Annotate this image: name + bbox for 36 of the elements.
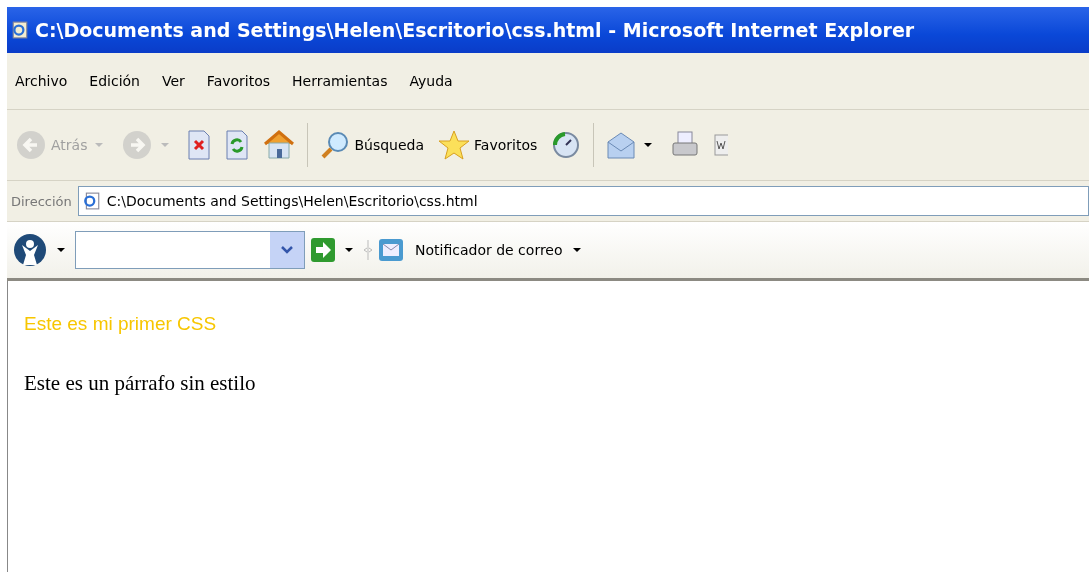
window-title: C:\Documents and Settings\Helen\Escritorio\css.html - Microsoft Internet Explorer [35,19,915,41]
house-icon [263,130,296,160]
caret-icon [95,143,104,147]
favorites-button[interactable]: Favoritos [436,127,540,163]
page-icon [11,21,29,39]
caret-icon[interactable] [345,248,353,252]
dropdown-button[interactable] [270,232,304,268]
search-button[interactable]: Búsqueda [318,128,427,162]
menu-item[interactable]: Herramientas [292,73,388,89]
menu-item[interactable]: Ver [162,73,185,89]
menu-item[interactable]: Ayuda [409,73,453,89]
person-icon[interactable] [13,233,47,267]
address-field[interactable]: C:\Documents and Settings\Helen\Escritorio\css.html [77,186,1089,216]
menu-item[interactable]: Favoritos [206,73,271,89]
caret-icon[interactable] [572,248,581,252]
page-icon [82,192,101,210]
search-combo[interactable] [75,231,305,269]
caret-icon [644,143,653,147]
address-label: Dirección [11,193,72,209]
clock-icon [551,130,582,160]
page-heading: Este es mi primer CSS [24,313,218,335]
refresh-icon [225,130,250,160]
menu-item[interactable]: Archivo [15,73,68,89]
document-icon [714,131,729,159]
menu-item[interactable]: Edición [89,73,140,89]
notifier-label[interactable]: Notificador de correo [415,242,563,258]
envelope-icon[interactable] [379,239,403,261]
caret-icon[interactable] [57,248,65,252]
grip-icon [363,238,373,262]
envelope-icon [606,130,637,160]
search-icon [320,130,351,160]
caret-icon [161,143,170,147]
chevron-icon [281,246,293,254]
page-paragraph: Este es un párrafo sin estilo [24,371,257,396]
star-icon [438,129,471,161]
stop-icon [187,130,212,160]
